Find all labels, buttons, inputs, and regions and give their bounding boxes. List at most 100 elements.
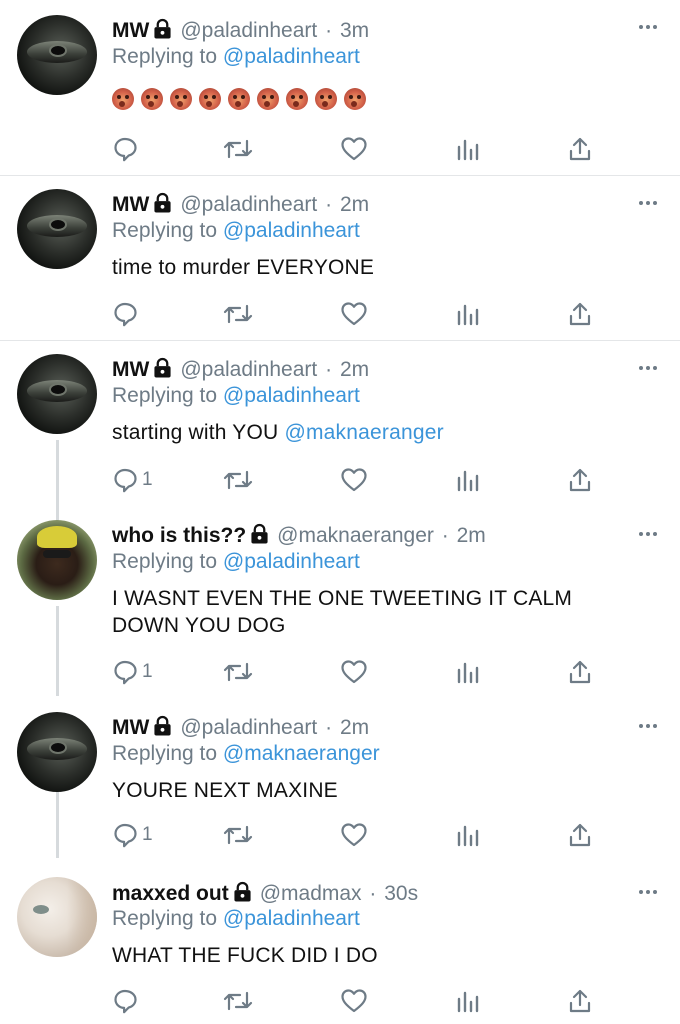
avatar[interactable] (17, 712, 97, 792)
tweet[interactable]: MW @paladinheart · 2m Replying to @maknae… (0, 700, 680, 864)
retweet-icon (223, 825, 253, 845)
share-button[interactable] (568, 659, 592, 685)
tweet[interactable]: MW @paladinheart · 3m Replying to @paladi… (0, 0, 680, 176)
share-icon (569, 660, 591, 684)
tweet-header: who is this?? @maknaeranger · 2m (112, 523, 486, 549)
more-icon[interactable] (638, 721, 658, 731)
avatar[interactable] (17, 877, 97, 957)
timestamp[interactable]: 2m (457, 524, 486, 547)
reply-target-link[interactable]: @paladinheart (223, 45, 360, 68)
share-button[interactable] (568, 467, 592, 493)
timestamp[interactable]: 3m (340, 19, 369, 42)
like-button[interactable] (340, 659, 368, 685)
timestamp[interactable]: 30s (384, 882, 418, 905)
retweet-icon (223, 662, 253, 682)
retweet-button[interactable] (222, 136, 254, 162)
share-icon (569, 989, 591, 1013)
more-icon[interactable] (638, 529, 658, 539)
analytics-button[interactable] (456, 822, 480, 848)
reply-target-link[interactable]: @paladinheart (223, 907, 360, 930)
like-button[interactable] (340, 301, 368, 327)
analytics-button[interactable] (456, 988, 480, 1014)
reply-button[interactable] (112, 136, 138, 162)
mention-link[interactable]: @maknaeranger (284, 421, 443, 444)
tweet[interactable]: who is this?? @maknaeranger · 2m Replying… (0, 507, 680, 700)
like-button[interactable] (340, 136, 368, 162)
reply-button[interactable]: 1 (112, 659, 153, 685)
handle[interactable]: @paladinheart (180, 19, 317, 42)
reply-button[interactable] (112, 301, 138, 327)
retweet-button[interactable] (222, 988, 254, 1014)
replying-to: Replying to @paladinheart (112, 906, 360, 932)
reply-button[interactable]: 1 (112, 467, 153, 493)
ogre-emoji (315, 88, 337, 110)
tweet-text: time to murder EVERYONE (112, 256, 375, 279)
reply-button[interactable]: 1 (112, 822, 153, 848)
separator: · (441, 524, 449, 547)
action-bar (112, 301, 612, 327)
replying-prefix: Replying to (112, 907, 223, 930)
share-button[interactable] (568, 301, 592, 327)
reply-count: 1 (142, 661, 153, 682)
retweet-button[interactable] (222, 301, 254, 327)
reply-target-link[interactable]: @maknaeranger (223, 742, 380, 765)
analytics-button[interactable] (456, 659, 480, 685)
timestamp[interactable]: 2m (340, 358, 369, 381)
analytics-icon (457, 825, 479, 847)
handle[interactable]: @maknaeranger (277, 524, 434, 547)
reply-target-link[interactable]: @paladinheart (223, 384, 360, 407)
handle[interactable]: @paladinheart (180, 716, 317, 739)
lock-icon (154, 192, 171, 213)
reply-target-link[interactable]: @paladinheart (223, 550, 360, 573)
like-button[interactable] (340, 988, 368, 1014)
avatar[interactable] (17, 15, 97, 95)
replying-to: Replying to @paladinheart (112, 44, 360, 70)
retweet-button[interactable] (222, 822, 254, 848)
share-button[interactable] (568, 136, 592, 162)
avatar[interactable] (17, 354, 97, 434)
more-icon[interactable] (638, 22, 658, 32)
tweet-header: MW @paladinheart · 3m (112, 18, 369, 44)
analytics-button[interactable] (456, 301, 480, 327)
reply-icon (114, 137, 137, 162)
tweet-text: I WASNT EVEN THE ONE TWEETING IT CALM DO… (112, 587, 573, 637)
more-icon[interactable] (638, 363, 658, 373)
timestamp[interactable]: 2m (340, 716, 369, 739)
display-name[interactable]: MW (112, 193, 149, 216)
display-name[interactable]: MW (112, 19, 149, 42)
share-button[interactable] (568, 822, 592, 848)
avatar[interactable] (17, 520, 97, 600)
more-icon[interactable] (638, 198, 658, 208)
share-button[interactable] (568, 988, 592, 1014)
reply-icon (114, 660, 137, 685)
like-button[interactable] (340, 822, 368, 848)
retweet-button[interactable] (222, 659, 254, 685)
handle[interactable]: @paladinheart (180, 193, 317, 216)
display-name[interactable]: MW (112, 716, 149, 739)
like-button[interactable] (340, 467, 368, 493)
tweet[interactable]: maxxed out @madmax · 30s Replying to @pal… (0, 864, 680, 1024)
analytics-button[interactable] (456, 136, 480, 162)
reply-count: 1 (142, 469, 153, 490)
analytics-button[interactable] (456, 467, 480, 493)
more-icon[interactable] (638, 887, 658, 897)
separator: · (325, 358, 333, 381)
display-name[interactable]: MW (112, 358, 149, 381)
handle[interactable]: @madmax (260, 882, 362, 905)
tweet[interactable]: MW @paladinheart · 2m Replying to @paladi… (0, 341, 680, 507)
display-name[interactable]: maxxed out (112, 882, 229, 905)
replying-prefix: Replying to (112, 550, 223, 573)
reply-icon (114, 468, 137, 493)
reply-count: 1 (142, 824, 153, 845)
reply-button[interactable] (112, 988, 138, 1014)
lock-icon (154, 357, 171, 378)
timestamp[interactable]: 2m (340, 193, 369, 216)
handle[interactable]: @paladinheart (180, 358, 317, 381)
replying-to: Replying to @paladinheart (112, 218, 360, 244)
retweet-button[interactable] (222, 467, 254, 493)
display-name[interactable]: who is this?? (112, 524, 246, 547)
reply-target-link[interactable]: @paladinheart (223, 219, 360, 242)
tweet[interactable]: MW @paladinheart · 2m Replying to @paladi… (0, 176, 680, 341)
action-bar (112, 988, 612, 1014)
avatar[interactable] (17, 189, 97, 269)
